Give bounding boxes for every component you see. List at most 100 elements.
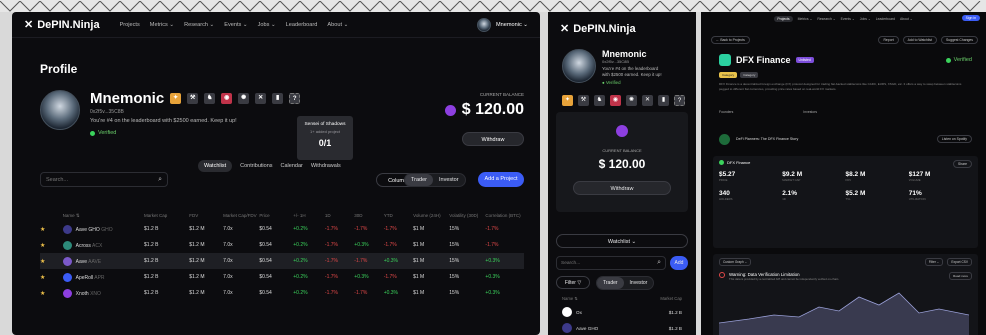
star-icon[interactable]: ★ [40,243,45,249]
star-icon[interactable]: ★ [40,259,45,265]
col-correlation[interactable]: Correlation (BTC) [485,210,524,221]
stat-item: $9.2 M MARKET CAP [782,171,845,182]
toggle-trader[interactable]: Trader [597,277,624,289]
nav-jobs[interactable]: Jobs ⌄ [860,17,871,21]
filter-select[interactable]: Filter ⌄ [924,258,944,266]
stat-label: 1D [782,197,786,201]
table-row[interactable]: ★ Across ACX $1.2 B $1.2 M 7.0x $0.54 +0.2% -1.… [40,237,524,253]
tab-withdrawals[interactable]: Withdrawals [311,163,341,169]
badge-icon[interactable]: ✺ [626,95,637,106]
star-icon[interactable]: ★ [40,275,45,281]
custom-graph-select[interactable]: Custom Graph ⌄ [719,258,752,266]
col-volume[interactable]: Volume (24H) [413,210,449,221]
trader-investor-toggle[interactable]: Trader Investor [596,276,655,290]
badge-icon[interactable]: ▮ [272,93,284,104]
col-price[interactable]: Price [259,210,293,221]
sign-in-button[interactable]: Sign in [961,15,980,21]
nav-research[interactable]: Research ⌄ [817,17,835,21]
badge-icon[interactable]: ♞ [594,95,605,106]
nav-events[interactable]: Events ⌄ [841,17,855,21]
trader-investor-toggle[interactable]: Trader Investor [404,173,466,187]
withdraw-button[interactable]: Withdraw [462,132,524,146]
table-row[interactable]: ★ Aave AAVE $1.2 B $1.2 M 7.0x $0.54 +0.2% -1.7… [40,253,524,269]
category-chip[interactable]: Category [740,72,759,78]
badge-icon[interactable]: ♞ [204,93,216,104]
toggle-trader[interactable]: Trader [405,174,433,186]
col-name[interactable]: Name ⇅ [63,210,144,221]
badge-icon[interactable]: ✕ [642,95,653,106]
tab-calendar[interactable]: Calendar [281,163,303,169]
star-icon[interactable]: ★ [40,227,45,233]
table-cell: +0.2% [293,290,308,296]
nav-about[interactable]: About ⌄ [900,17,913,21]
list-item[interactable]: Aave GHO $1.2 B [562,323,682,333]
table-row[interactable]: ★ Xnoth XNO $1.2 B $1.2 M 7.0x $0.54 +0.2% -1.7… [40,285,524,301]
table-cell: 15% [449,290,460,296]
add-button[interactable]: Add [670,256,688,270]
watchlist-select[interactable]: Watchlist ⌄ [556,234,688,248]
nav-about[interactable]: About ⌄ [327,22,348,28]
listen-spotify-button[interactable]: Listen on Spotify [936,135,972,143]
top-nav: Projects Metrics ⌄ Research ⌄ Events ⌄ J… [701,12,986,26]
col-30d[interactable]: 30D [354,210,383,221]
badge-icon[interactable]: ◉ [221,93,233,104]
col-market-cap[interactable]: Market Cap [144,210,189,221]
brand-logo[interactable]: ✕ DePIN.Ninja [24,18,100,32]
nav-metrics[interactable]: Metrics ⌄ [150,22,174,28]
report-button[interactable]: Report [878,36,899,44]
table-cell: +0.2% [293,253,325,269]
withdraw-button[interactable]: Withdraw [573,181,671,195]
table-row[interactable]: ★ ApeRoll APR $1.2 B $1.2 M 7.0x $0.54 +0.2% -1… [40,269,524,285]
project-logo-icon [719,54,731,66]
badge-icon[interactable]: ✺ [238,93,250,104]
nav-research[interactable]: Research ⌄ [184,22,214,28]
add-project-button[interactable]: Add a Project [478,172,524,187]
export-csv-button[interactable]: Export CSV [947,258,972,266]
badge-icon[interactable]: ▮ [658,95,669,106]
col-volatility[interactable]: Volatility (30D) [449,210,485,221]
toggle-investor[interactable]: Investor [433,174,465,186]
search-input[interactable]: Search... ⌕ [40,172,168,187]
badge-icon[interactable]: ✦ [170,93,182,104]
badge-icon[interactable]: ◉ [610,95,621,106]
tab-watchlist[interactable]: Watchlist [198,160,233,172]
badge-icon[interactable]: ✦ [562,95,573,106]
nav-projects[interactable]: Projects [774,16,793,22]
tab-contributions[interactable]: Contributions [240,163,272,169]
nav-leaderboard[interactable]: Leaderboard [876,17,895,21]
back-button[interactable]: ← Back to Projects [711,36,750,44]
nav-metrics[interactable]: Metrics ⌄ [798,17,813,21]
toggle-investor[interactable]: Investor [624,277,654,289]
search-input[interactable]: Search... ⌕ [556,256,666,270]
category-chip[interactable]: Category [719,72,738,78]
user-menu[interactable]: Mnemonic ⌄ [476,17,528,32]
nav-projects[interactable]: Projects [120,22,140,28]
nav-leaderboard[interactable]: Leaderboard [286,22,318,28]
col-ytd[interactable]: YTD [384,210,413,221]
badge-icon[interactable]: ⚒ [187,93,199,104]
nav-jobs[interactable]: Jobs ⌄ [258,22,276,28]
brand-logo[interactable]: ✕ DePIN.Ninja [560,22,696,36]
col-name[interactable]: Name ⇅ [562,296,578,301]
stat-value: $5.2 M [845,190,866,197]
locked-badge-icon[interactable]: ? [674,95,685,106]
table-cell: $1.2 M [189,242,205,248]
col-market-cap[interactable]: Market Cap [660,296,682,301]
badge-icon[interactable]: ⚒ [578,95,589,106]
badge-icon[interactable]: ✕ [255,93,267,104]
add-watchlist-button[interactable]: Add to Watchlist [902,36,938,44]
col-1h[interactable]: +/- 1H [293,210,325,221]
filter-button[interactable]: Filter ▽ [556,276,590,289]
col-fdv[interactable]: FDV [189,210,223,221]
read-more-button[interactable]: Read more [949,272,972,280]
star-icon[interactable]: ★ [40,291,45,297]
col-1d[interactable]: 1D [325,210,354,221]
list-item[interactable]: Ox $1.2 B [562,307,682,317]
suggest-changes-button[interactable]: Suggest Changes [941,36,978,44]
locked-badge-icon[interactable]: ? [289,93,301,104]
table-row[interactable]: ★ Aave GHO GHO $1.2 B $1.2 M 7.0x $0.54 +0.2% -… [40,221,524,237]
nav-events[interactable]: Events ⌄ [224,22,247,28]
ninja-logo-icon: ✕ [560,23,570,35]
col-cap-fdv[interactable]: Market Cap/FDV [223,210,259,221]
share-button[interactable]: Share [952,160,972,168]
